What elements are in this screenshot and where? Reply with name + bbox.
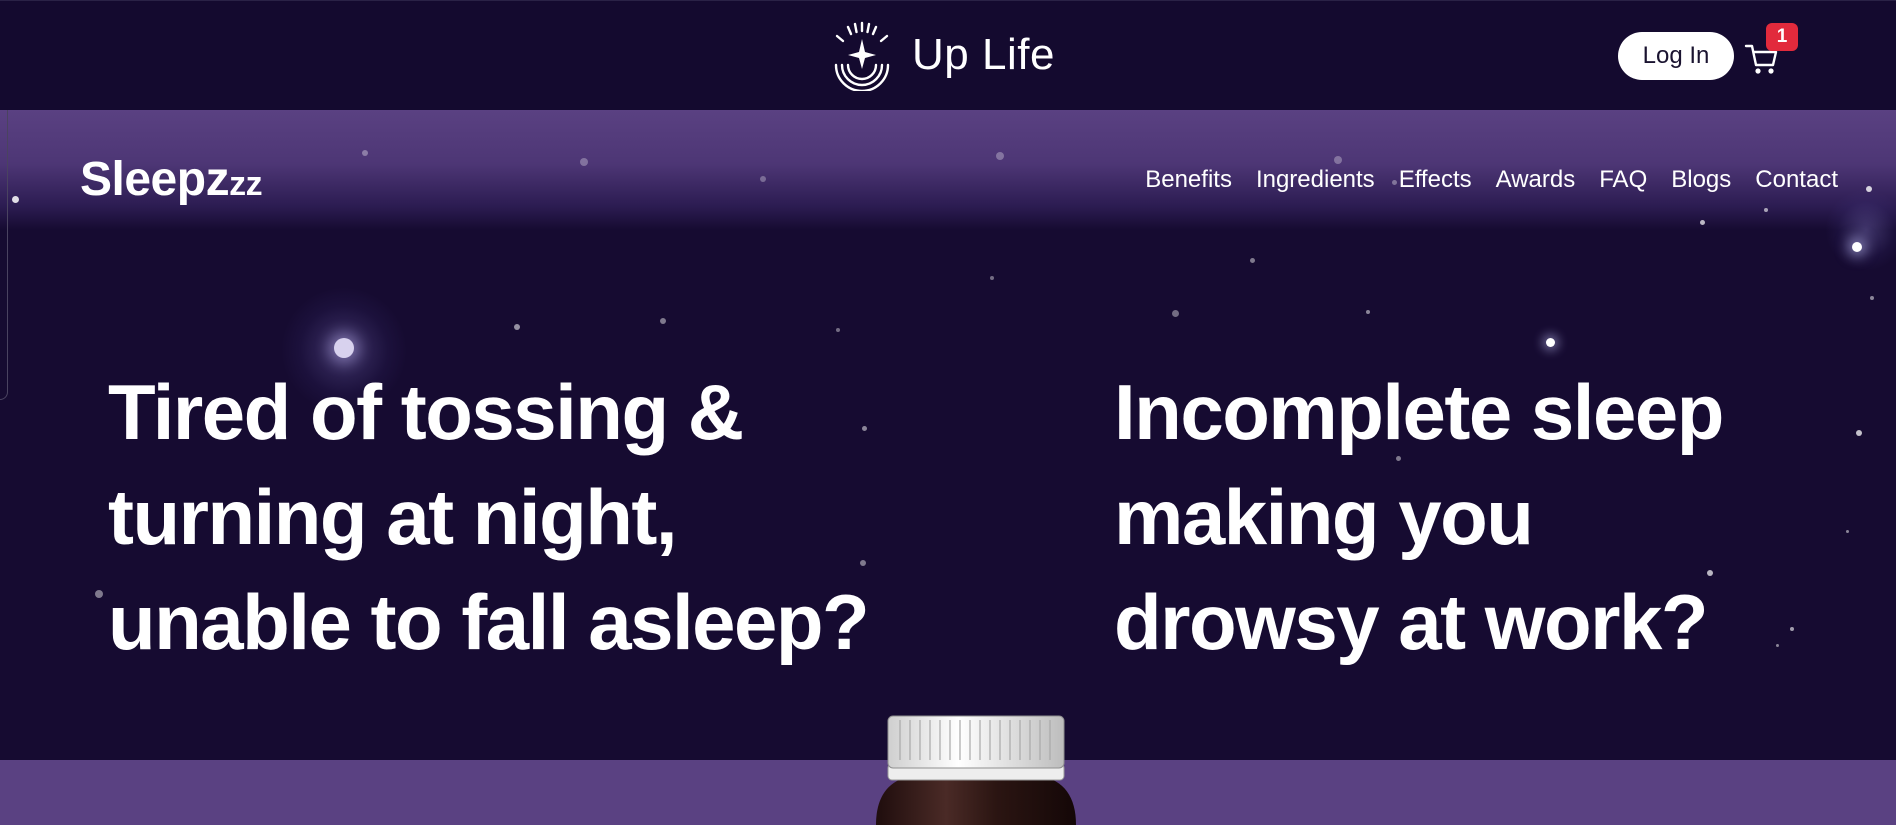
star bbox=[1856, 430, 1862, 436]
star bbox=[362, 150, 368, 156]
hero-left-line-2: turning at night, bbox=[108, 473, 678, 561]
star bbox=[1764, 208, 1768, 212]
product-name[interactable]: Sleepzzz bbox=[80, 152, 263, 207]
side-panel-handle[interactable] bbox=[0, 110, 8, 400]
star bbox=[334, 338, 354, 358]
brand-link[interactable]: Up Life bbox=[826, 19, 1055, 91]
star bbox=[996, 152, 1004, 160]
supplement-bottle-image bbox=[876, 715, 1076, 825]
star bbox=[1700, 220, 1705, 225]
star bbox=[760, 176, 766, 182]
nav-awards[interactable]: Awards bbox=[1496, 166, 1576, 194]
star-glow bbox=[1826, 190, 1896, 270]
star bbox=[836, 328, 840, 332]
star bbox=[1852, 242, 1862, 252]
nav-benefits[interactable]: Benefits bbox=[1145, 166, 1232, 194]
hero-left-line-3: unable to fall asleep? bbox=[108, 578, 870, 666]
star bbox=[660, 318, 666, 324]
star bbox=[580, 158, 588, 166]
nav-ingredients[interactable]: Ingredients bbox=[1256, 166, 1375, 194]
hero-right-line-2: making you bbox=[1114, 473, 1534, 561]
star bbox=[1866, 186, 1872, 192]
hero-headline-left: Tired of tossing & turning at night, una… bbox=[108, 360, 898, 675]
top-bar: Up Life Log In 1 bbox=[0, 0, 1896, 110]
hero-right-line-3: drowsy at work? bbox=[1114, 578, 1708, 666]
nav-contact[interactable]: Contact bbox=[1755, 166, 1838, 194]
main-nav: Benefits Ingredients Effects Awards FAQ … bbox=[1145, 166, 1838, 194]
star bbox=[1250, 258, 1255, 263]
hero-right-line-1: Incomplete sleep bbox=[1114, 368, 1724, 456]
nav-faq[interactable]: FAQ bbox=[1599, 166, 1647, 194]
login-button[interactable]: Log In bbox=[1618, 32, 1734, 80]
hero-headline-right: Incomplete sleep making you drowsy at wo… bbox=[1114, 360, 1814, 675]
star bbox=[1546, 338, 1555, 347]
nav-effects[interactable]: Effects bbox=[1399, 166, 1472, 194]
star bbox=[12, 196, 19, 203]
star bbox=[1366, 310, 1370, 314]
sunrise-star-logo-icon bbox=[826, 19, 898, 91]
star bbox=[95, 590, 103, 598]
nav-blogs[interactable]: Blogs bbox=[1671, 166, 1731, 194]
product-name-main: Sleepz bbox=[80, 153, 230, 206]
product-name-suffix: zz bbox=[229, 165, 263, 203]
star bbox=[1870, 296, 1874, 300]
star bbox=[1334, 156, 1342, 164]
star bbox=[514, 324, 520, 330]
brand-name: Up Life bbox=[912, 30, 1055, 79]
star bbox=[1846, 530, 1849, 533]
star bbox=[990, 276, 994, 280]
cart-count-badge: 1 bbox=[1766, 23, 1798, 51]
star bbox=[1172, 310, 1179, 317]
hero-left-line-1: Tired of tossing & bbox=[108, 368, 744, 456]
hero-section: Sleepzzz Benefits Ingredients Effects Aw… bbox=[0, 110, 1896, 760]
